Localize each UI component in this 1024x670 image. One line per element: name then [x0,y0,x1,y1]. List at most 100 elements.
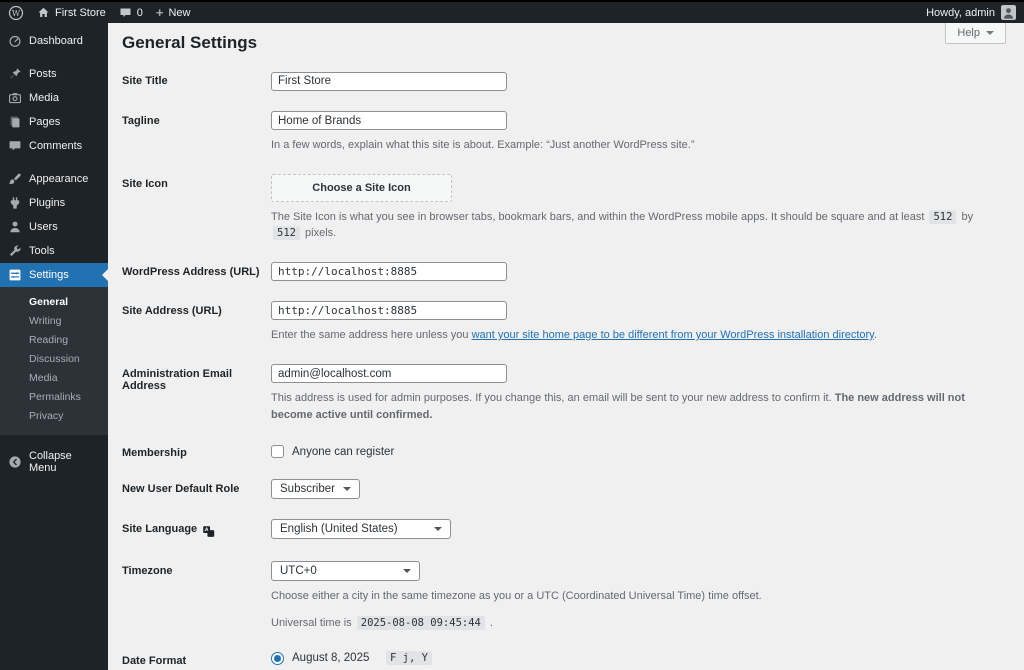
default-role-select[interactable]: Subscriber [271,479,360,499]
sidebar-item-comments[interactable]: Comments [0,134,108,158]
howdy-text: Howdy, admin [926,6,995,19]
site-address-desc-text: Enter the same address here unless you [271,329,472,341]
site-title-input[interactable] [271,71,507,91]
sidebar-item-label: Appearance [29,173,89,185]
choose-site-icon-button[interactable]: Choose a Site Icon [271,173,452,202]
sidebar-item-tools[interactable]: Tools [0,239,108,263]
sidebar-item-label: Plugins [29,197,66,209]
plugins-icon [8,196,22,210]
universal-time-line: Universal time is 2025-08-08 09:45:44 . [271,615,1004,632]
date-format-option-1[interactable]: August 8, 2025 F j, Y [271,651,1004,666]
submenu-item-general[interactable]: General [0,293,108,312]
submenu-item-permalinks[interactable]: Permalinks [0,388,108,407]
dashboard-icon [8,34,22,48]
universal-time-suffix: . [489,616,493,629]
icon-size-value: 512 [929,209,957,224]
tagline-input[interactable] [271,111,507,130]
translation-icon [202,525,215,541]
submenu-item-writing[interactable]: Writing [0,312,108,331]
form-row-tagline: Tagline In a few words, explain what thi… [122,111,1004,154]
settings-page: Help General Settings Site Title Tagline… [108,23,1024,670]
help-label: Help [957,27,980,39]
page-title: General Settings [122,33,258,52]
radio-icon[interactable] [271,651,284,665]
collapse-menu-label: Collapse Menu [29,450,72,474]
wordpress-logo-icon: W [8,5,24,21]
sidebar-item-settings[interactable]: Settings [0,263,108,287]
chevron-down-icon [986,31,994,39]
timezone-value: UTC+0 [280,565,317,577]
universal-time-value: 2025-08-08 09:45:44 [356,615,485,630]
chevron-down-icon [434,527,442,535]
wordpress-address-label: WordPress Address (URL) [122,266,260,278]
help-button[interactable]: Help [945,23,1006,44]
tagline-label: Tagline [122,114,160,127]
different-homepage-link[interactable]: want your site home page to be different… [472,329,874,341]
form-row-site-address: Site Address (URL) Enter the same addres… [122,301,1004,344]
admin-sidebar: Dashboard Posts Media Pages Comments App… [0,23,108,670]
admin-bar-left: W First Store 0 + New [8,5,926,21]
submenu-item-privacy[interactable]: Privacy [0,407,108,426]
sidebar-item-label: Tools [29,245,55,257]
comment-bubble-icon [119,6,132,19]
tools-icon [8,244,22,258]
settings-icon [8,268,22,282]
site-icon-description: The Site Icon is what you see in browser… [271,209,1004,243]
home-icon [37,6,50,19]
collapse-arrow-icon [8,455,22,469]
sidebar-item-media[interactable]: Media [0,86,108,110]
users-icon [8,220,22,234]
site-language-select[interactable]: English (United States) [271,519,451,539]
submenu-item-media[interactable]: Media [0,369,108,388]
sidebar-item-appearance[interactable]: Appearance [0,167,108,191]
universal-time-prefix: Universal time is [271,616,352,629]
sidebar-item-label: Media [29,92,59,104]
date-format-code: F j, Y [386,651,432,666]
tagline-description: In a few words, explain what this site i… [271,139,695,151]
chevron-down-icon [403,569,411,577]
sidebar-item-users[interactable]: Users [0,215,108,239]
timezone-description: Choose either a city in the same timezon… [271,590,762,602]
admin-email-description: This address is used for admin purposes.… [271,390,1004,423]
wordpress-address-input[interactable] [271,262,507,281]
admin-bar: W First Store 0 + New Howdy, admin [0,0,1024,23]
sidebar-item-label: Settings [29,269,69,281]
site-icon-label: Site Icon [122,177,168,190]
submenu-item-reading[interactable]: Reading [0,331,108,350]
sidebar-item-pages[interactable]: Pages [0,110,108,134]
anyone-can-register-option[interactable]: Anyone can register [271,443,1004,458]
site-title-label: Site Title [122,75,168,87]
date-format-label: Date Format [122,655,187,668]
site-language-value: English (United States) [280,523,398,535]
chevron-down-icon [343,487,351,495]
form-row-date-format: Date Format August 8, 2025 F j, Y 2025-0… [122,651,1004,670]
pushpin-icon [8,67,22,81]
settings-submenu: General Writing Reading Discussion Media… [0,287,108,435]
sidebar-item-posts[interactable]: Posts [0,62,108,86]
site-language-label: Site Language [122,519,271,541]
collapse-menu-button[interactable]: Collapse Menu [0,445,108,479]
sidebar-item-plugins[interactable]: Plugins [0,191,108,215]
checkbox-icon[interactable] [271,445,284,458]
site-icon-desc-after: pixels. [305,227,337,240]
appearance-icon [8,172,22,186]
sidebar-item-dashboard[interactable]: Dashboard [0,29,108,53]
form-row-timezone: Timezone UTC+0 Choose either a city in t… [122,561,1004,631]
site-address-input[interactable] [271,301,507,320]
membership-label: Membership [122,447,187,459]
plus-icon: + [155,4,164,20]
sidebar-item-label: Users [29,221,58,233]
sidebar-item-label: Posts [29,68,57,80]
avatar [1001,5,1016,20]
admin-bar-comments[interactable]: 0 [119,6,143,19]
comments-count: 0 [136,6,143,19]
submenu-item-discussion[interactable]: Discussion [0,350,108,369]
sidebar-item-label: Comments [29,140,83,152]
media-icon [8,91,22,105]
admin-bar-account[interactable]: Howdy, admin [926,5,1016,20]
admin-bar-site-link[interactable]: First Store [37,6,106,19]
admin-email-input[interactable] [271,364,507,383]
admin-bar-new[interactable]: + New [155,4,191,20]
wordpress-logo-menu[interactable]: W [8,5,24,21]
timezone-select[interactable]: UTC+0 [271,561,420,581]
